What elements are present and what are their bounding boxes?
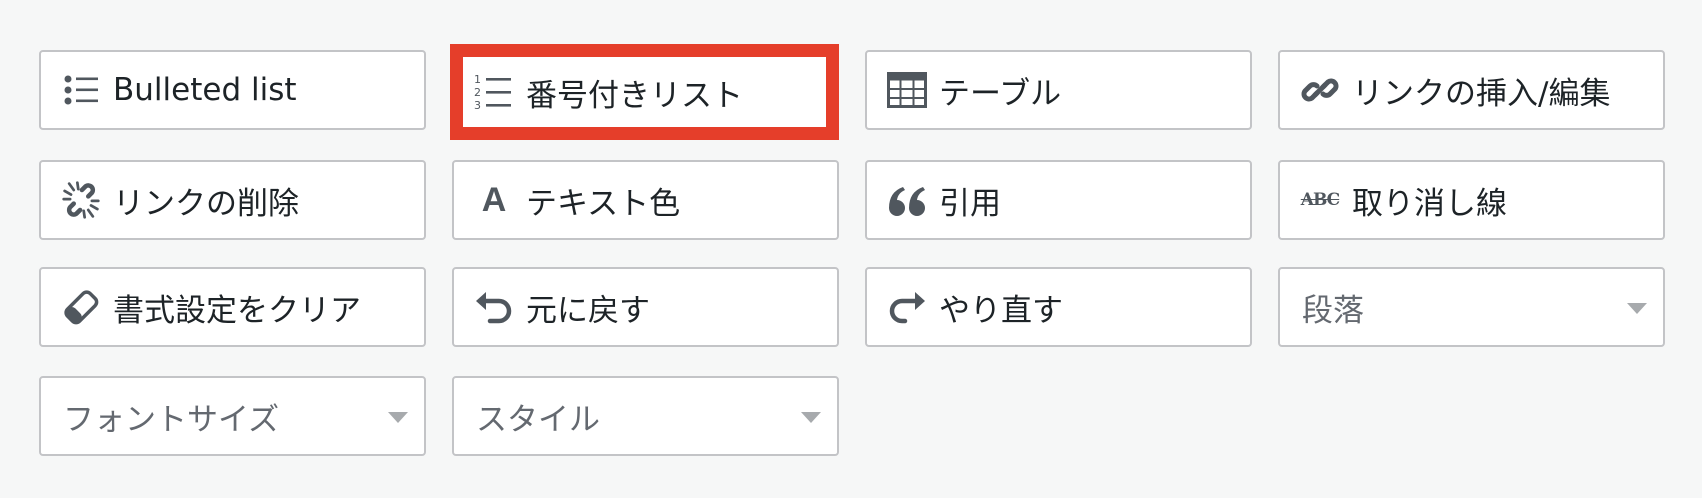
strikethrough-icon: ABC (1300, 180, 1340, 220)
chevron-down-icon (1627, 303, 1647, 314)
undo-button[interactable]: 元に戻す (452, 267, 839, 347)
unlink-icon (61, 180, 101, 220)
insert-link-button[interactable]: リンクの挿入/編集 (1278, 50, 1665, 130)
remove-link-button[interactable]: リンクの削除 (39, 160, 426, 240)
strikethrough-glyph: ABC (1300, 190, 1340, 210)
font-size-select-value: フォントサイズ (63, 401, 280, 438)
table-label: テーブル (939, 75, 1062, 112)
text-color-glyph: A (481, 180, 507, 219)
chevron-down-icon (388, 412, 408, 423)
font-size-select[interactable]: フォントサイズ (39, 376, 426, 456)
list-numbers-icon: 1 2 3 (474, 72, 514, 112)
undo-icon (474, 287, 514, 327)
strikethrough-button[interactable]: ABC 取り消し線 (1278, 160, 1665, 240)
clear-formatting-button[interactable]: 書式設定をクリア (39, 267, 426, 347)
bulleted-list-button[interactable]: Bulleted list (39, 50, 426, 130)
strikethrough-label: 取り消し線 (1352, 185, 1507, 222)
numbered-list-button[interactable]: 1 2 3 番号付きリスト (450, 44, 839, 140)
text-color-label: テキスト色 (526, 185, 681, 222)
table-button[interactable]: テーブル (865, 50, 1252, 130)
insert-link-label: リンクの挿入/編集 (1352, 75, 1611, 112)
text-color-icon: A (474, 180, 514, 220)
format-select-value: 段落 (1302, 292, 1364, 329)
svg-text:2: 2 (474, 86, 481, 99)
numbered-list-label: 番号付きリスト (526, 77, 743, 114)
list-bullets-icon (61, 70, 101, 110)
link-icon (1300, 70, 1340, 110)
blockquote-button[interactable]: 引用 (865, 160, 1252, 240)
bulleted-list-label: Bulleted list (113, 72, 297, 108)
undo-label: 元に戻す (526, 292, 650, 329)
svg-text:3: 3 (474, 99, 481, 112)
style-select-value: スタイル (476, 401, 600, 438)
clear-formatting-label: 書式設定をクリア (113, 292, 361, 329)
chevron-down-icon (801, 412, 821, 423)
editor-toolbar: Bulleted list 1 2 3 番号付きリスト テーブル リンクの挿入/… (0, 0, 1702, 498)
quote-icon (887, 180, 927, 220)
svg-text:1: 1 (474, 73, 481, 86)
style-select[interactable]: スタイル (452, 376, 839, 456)
table-icon (887, 70, 927, 110)
blockquote-label: 引用 (939, 185, 1001, 222)
redo-button[interactable]: やり直す (865, 267, 1252, 347)
eraser-icon (61, 287, 101, 327)
redo-icon (887, 287, 927, 327)
remove-link-label: リンクの削除 (113, 185, 299, 222)
text-color-button[interactable]: A テキスト色 (452, 160, 839, 240)
format-select[interactable]: 段落 (1278, 267, 1665, 347)
redo-label: やり直す (939, 292, 1063, 329)
